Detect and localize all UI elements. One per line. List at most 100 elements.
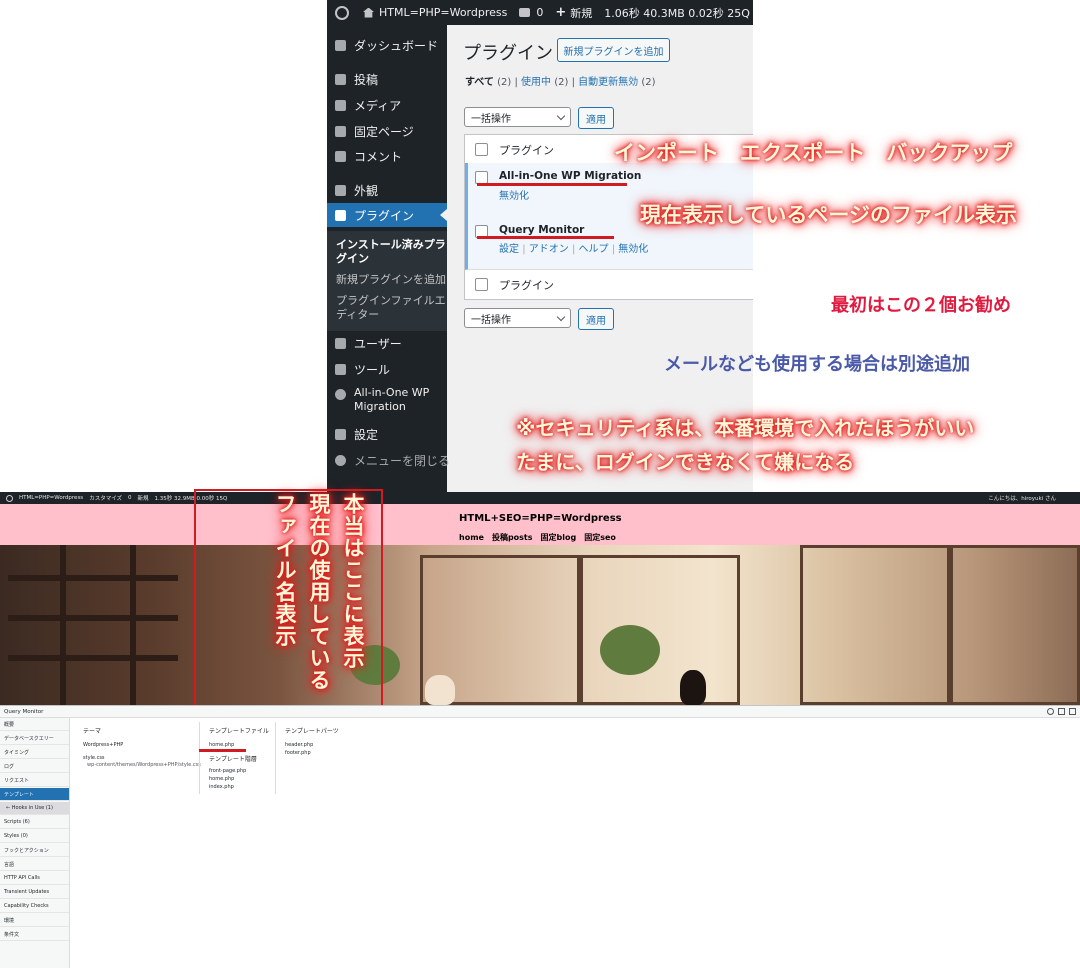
menu-pages[interactable]: 固定ページ [327, 119, 447, 143]
deactivate-link[interactable]: 無効化 [618, 244, 648, 255]
comment-icon[interactable] [519, 8, 531, 17]
qm-menu-item[interactable]: Transient Updates [0, 886, 69, 899]
annotation-security-2: たまに、ログインできなくて嫌になる [516, 450, 855, 474]
qm-hierarchy-1: home.php [209, 776, 235, 782]
menu-posts[interactable]: 投稿 [327, 67, 447, 91]
plugin-action-links: 設定 | アドオン | ヘルプ | 無効化 [499, 244, 649, 255]
qm-menu-item[interactable]: ← Hooks in Use (1) [0, 802, 69, 815]
add-new-plugin-button[interactable]: 新規プラグインを追加 [557, 38, 670, 62]
annotation-mail: メールなども使用する場合は別途追加 [664, 354, 970, 375]
qm-menu-item[interactable]: Styles (0) [0, 830, 69, 843]
qm-part-1: footer.php [285, 750, 311, 756]
qm-menu-item[interactable]: データベースクエリー [0, 732, 69, 745]
admin-bar-qm-stats[interactable]: 1.06秒 40.3MB 0.02秒 25Q [604, 5, 750, 21]
menu-appearance[interactable]: 外観 [327, 178, 447, 202]
table-footer-row: プラグイン [465, 269, 753, 298]
dashboard-icon [335, 39, 346, 51]
bulk-action-select-bottom[interactable]: 一括操作 [464, 308, 571, 328]
qm-menu-item[interactable]: 概要 [0, 718, 69, 731]
submenu-plugin-file-editor[interactable]: プラグインファイルエディター [336, 294, 446, 322]
qm-side-menu: 概要 データベースクエリー タイミング ログ リクエスト テンプレート ← Hooks in… [0, 718, 70, 968]
menu-all-in-one-wp-migration[interactable]: All-in-One WP Migration [327, 386, 447, 416]
gear-icon[interactable] [1047, 708, 1054, 715]
front-bar-greeting[interactable]: こんにちは、hiroyuki さん [988, 494, 1056, 502]
admin-bar-comment-count[interactable]: 0 [536, 6, 543, 19]
help-link[interactable]: ヘルプ [579, 244, 609, 255]
annotation-import-export: インポート エクスポート バックアップ [614, 141, 1013, 165]
deactivate-link[interactable]: 無効化 [499, 187, 529, 202]
plus-icon[interactable]: + [555, 5, 566, 20]
site-nav[interactable]: home 投稿posts 固定blog 固定seo [459, 532, 616, 543]
wrench-icon [335, 363, 346, 375]
qm-menu-item[interactable]: Scripts (6) [0, 816, 69, 829]
pin-icon [335, 73, 346, 85]
front-admin-bar: HTML=PHP=Wordpress カスタマイズ 0 新規 1.35秒 32.… [0, 492, 1080, 504]
qm-menu-item[interactable]: テンプレート [0, 788, 69, 801]
underline-all-in-one [477, 183, 627, 186]
user-icon [335, 337, 346, 349]
underline-query-monitor [477, 236, 614, 239]
admin-bar-new[interactable]: 新規 [570, 5, 592, 21]
front-bar-site[interactable]: HTML=PHP=Wordpress [19, 495, 83, 501]
site-title[interactable]: HTML+SEO=PHP=Wordpress [459, 513, 622, 524]
filter-auto-update-disabled[interactable]: 自動更新無効 [578, 77, 638, 88]
submenu-add-new-plugin[interactable]: 新規プラグインを追加 [336, 273, 446, 287]
filter-active[interactable]: 使用中 [521, 77, 551, 88]
qm-menu-item[interactable]: 条件文 [0, 928, 69, 941]
wordpress-logo-icon[interactable] [335, 5, 349, 20]
menu-users[interactable]: ユーザー [327, 331, 447, 355]
filter-all[interactable]: すべて [465, 77, 494, 88]
site-header: HTML+SEO=PHP=Wordpress home 投稿posts 固定bl… [0, 504, 1080, 545]
menu-dashboard[interactable]: ダッシュボード [327, 33, 447, 57]
front-page-screenshot: HTML=PHP=Wordpress カスタマイズ 0 新規 1.35秒 32.… [0, 489, 1080, 968]
settings-icon [335, 428, 346, 440]
addon-link[interactable]: アドオン [529, 244, 569, 255]
select-all-checkbox-footer[interactable] [475, 278, 488, 291]
menu-media[interactable]: メディア [327, 93, 447, 117]
media-icon [335, 99, 346, 111]
qm-menu-item[interactable]: 言語 [0, 858, 69, 871]
qm-menu-item[interactable]: タイミング [0, 746, 69, 759]
qm-menu-item[interactable]: HTTP API Calls [0, 872, 69, 885]
close-icon[interactable] [1069, 708, 1076, 715]
qm-template-heading: テンプレートファイル [209, 728, 269, 735]
qm-title-bar: Query Monitor [0, 706, 1080, 718]
qm-parts-heading: テンプレートパーツ [285, 728, 339, 735]
window-icon[interactable] [1058, 708, 1065, 715]
qm-part-0: header.php [285, 742, 314, 748]
qm-menu-item[interactable]: フックとアクション [0, 844, 69, 857]
hero-image [0, 545, 1080, 705]
annotation-box: 本当はここに表示 現在の使用している ファイル名表示 [194, 489, 383, 711]
submenu-installed-plugins[interactable]: インストール済みプラグイン [336, 238, 446, 266]
bulk-action-select-top[interactable]: 一括操作 [464, 107, 571, 127]
menu-settings[interactable]: 設定 [327, 422, 447, 446]
admin-bar-site-name[interactable]: HTML=PHP=Wordpress [379, 6, 507, 19]
qm-menu-item[interactable]: ログ [0, 760, 69, 773]
apply-button-bottom[interactable]: 適用 [578, 308, 614, 330]
menu-tools[interactable]: ツール [327, 357, 447, 381]
qm-title: Query Monitor [4, 708, 44, 715]
qm-menu-item[interactable]: リクエスト [0, 774, 69, 787]
plugin-icon [335, 209, 346, 221]
menu-collapse[interactable]: メニューを閉じる [327, 448, 450, 472]
select-all-checkbox[interactable] [475, 143, 488, 156]
menu-plugins[interactable]: プラグイン [327, 203, 447, 227]
annotation-file-display: 現在表示しているページのファイル表示 [640, 203, 1017, 227]
brush-icon [335, 184, 346, 196]
admin-bar: HTML=PHP=Wordpress 0 + 新規 1.06秒 40.3MB 0… [327, 0, 753, 25]
column-plugin-footer: プラグイン [499, 279, 554, 292]
settings-link[interactable]: 設定 [499, 244, 519, 255]
menu-comments[interactable]: コメント [327, 144, 447, 168]
plugin-name: Query Monitor [499, 224, 585, 236]
qm-theme-name: Wordpress+PHP [83, 742, 124, 748]
qm-menu-item[interactable]: 環境 [0, 914, 69, 927]
annotation-vertical-2: 現在の使用している [307, 493, 331, 691]
front-bar-comments[interactable]: 0 [128, 495, 132, 501]
qm-menu-item[interactable]: Capability Checks [0, 900, 69, 913]
apply-button-top[interactable]: 適用 [578, 107, 614, 129]
front-bar-new[interactable]: 新規 [138, 494, 149, 502]
home-icon[interactable] [363, 7, 374, 18]
wordpress-logo-icon[interactable] [6, 494, 13, 502]
qm-hierarchy-heading: テンプレート階層 [209, 756, 257, 763]
front-bar-customize[interactable]: カスタマイズ [89, 494, 122, 502]
